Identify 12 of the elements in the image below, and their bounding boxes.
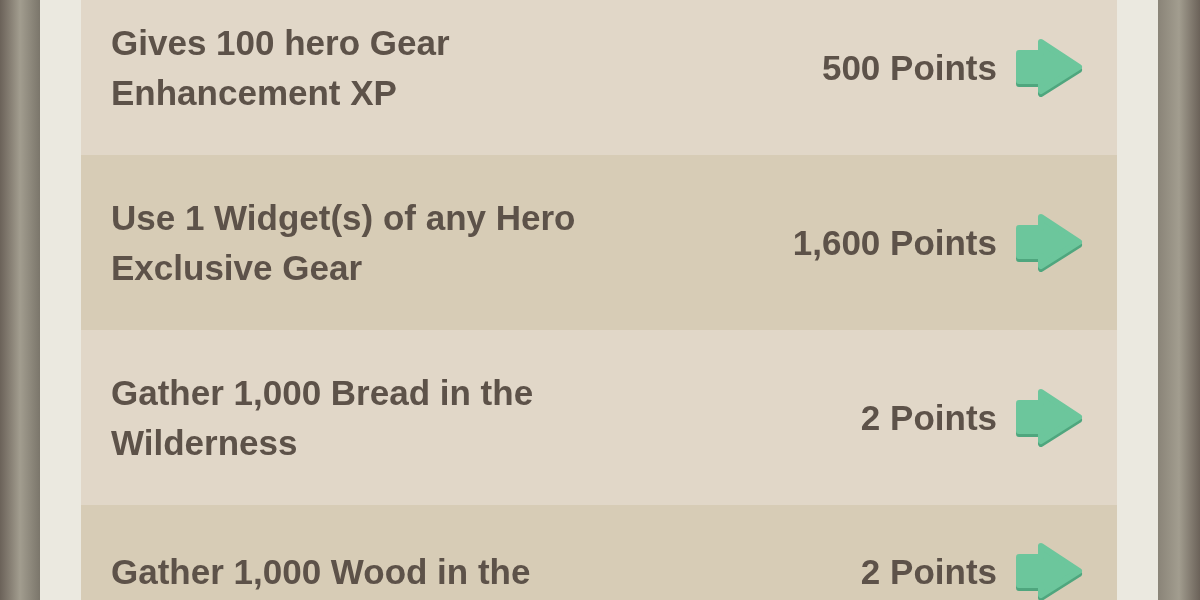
task-description: Use 1 Widget(s) of any Hero Exclusive Gear	[111, 197, 577, 289]
task-description: Gives 100 hero Gear Enhancement XP	[111, 22, 451, 114]
points-reward: 1,600 Points	[792, 222, 997, 264]
arrow-icon[interactable]	[1015, 543, 1083, 600]
points-reward: 500 Points	[821, 47, 997, 89]
arrow-icon[interactable]	[1015, 214, 1083, 272]
task-description: Gather 1,000 Wood in the	[111, 551, 532, 593]
arrow-icon[interactable]	[1015, 389, 1083, 447]
arrow-icon[interactable]	[1015, 39, 1083, 97]
points-reward: 2 Points	[860, 551, 997, 593]
task-description: Gather 1,000 Bread in the Wilderness	[111, 372, 535, 464]
points-reward: 2 Points	[860, 397, 997, 439]
